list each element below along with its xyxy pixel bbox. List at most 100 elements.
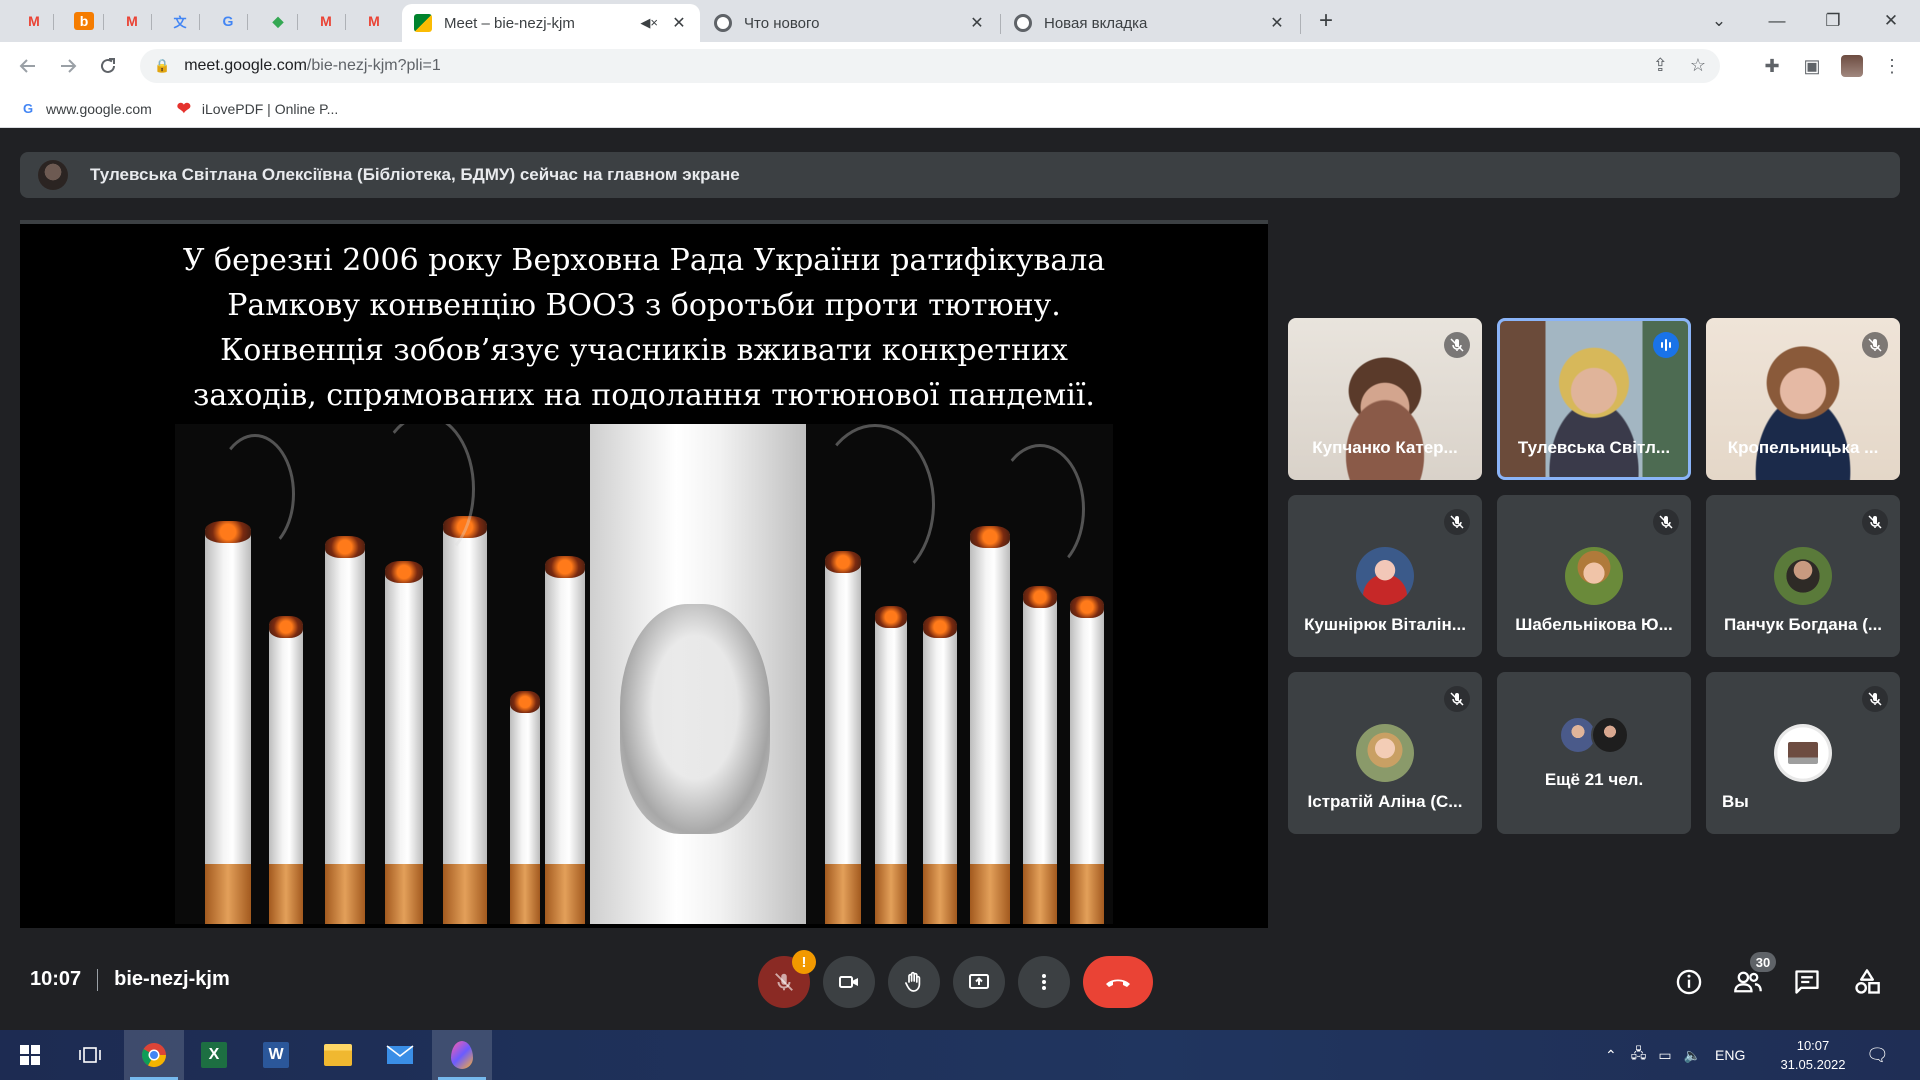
mic-off-icon xyxy=(1653,509,1679,535)
avatar xyxy=(1356,547,1414,605)
presentation-screen[interactable]: У березні 2006 року Верховна Рада Україн… xyxy=(20,220,1268,928)
taskbar-chrome[interactable] xyxy=(124,1030,184,1080)
taskbar-mail[interactable] xyxy=(370,1030,430,1080)
language-indicator[interactable]: ENG xyxy=(1715,1047,1745,1063)
reload-button[interactable] xyxy=(92,50,124,82)
close-window-button[interactable]: ✕ xyxy=(1866,0,1916,42)
slide-text: У березні 2006 року Верховна Рада Україн… xyxy=(20,238,1268,418)
more-menu-icon[interactable]: ⋮ xyxy=(1876,50,1908,82)
tab-search-button[interactable]: ⌄ xyxy=(1694,0,1744,42)
pinned-tab-gmail-2[interactable]: M xyxy=(112,6,152,36)
presentation-banner: Тулевська Світлана Олексіївна (Бібліотек… xyxy=(20,152,1900,198)
network-icon[interactable]: 🖧 xyxy=(1631,1043,1647,1067)
mic-warning-badge: ! xyxy=(792,950,816,974)
tab-title: Что нового xyxy=(744,14,820,32)
taskbar-excel[interactable]: X xyxy=(184,1030,244,1080)
leave-call-button[interactable] xyxy=(1083,956,1153,1008)
speaker-muted-icon[interactable]: ◀× xyxy=(640,15,658,31)
pinned-tab-docs[interactable]: G xyxy=(208,6,248,36)
reload-icon xyxy=(101,58,115,73)
participant-tile[interactable]: Шабельнікова Ю... xyxy=(1497,495,1691,657)
participant-tile[interactable]: Купчанко Катер... xyxy=(1288,318,1482,480)
participant-tile[interactable]: Панчук Богдана (... xyxy=(1706,495,1900,657)
volume-icon[interactable]: 🔈 xyxy=(1684,1047,1701,1064)
participant-name: Кропельницька ... xyxy=(1727,438,1879,457)
bookmarks-bar: G www.google.com ❤ iLovePDF | Online P..… xyxy=(0,90,1920,128)
activities-button[interactable] xyxy=(1849,964,1885,1000)
more-options-button[interactable] xyxy=(1018,956,1070,1008)
slide-line: Конвенція зобов’язує учасників вживати к… xyxy=(220,333,1068,368)
clock-date: 31.05.2022 xyxy=(1780,1057,1846,1072)
tab-meet[interactable]: Meet – bie-nezj-kjm ◀× ✕ xyxy=(402,4,700,42)
meeting-details-button[interactable] xyxy=(1671,964,1707,1000)
share-icon[interactable]: ⇪ xyxy=(1653,55,1668,76)
pinned-tab-apps[interactable]: ◆ xyxy=(258,6,298,36)
taskbar-paint[interactable] xyxy=(432,1030,492,1080)
google-docs-icon: G xyxy=(222,13,234,29)
self-tile[interactable]: Вы xyxy=(1706,672,1900,834)
microphone-button[interactable]: ! xyxy=(758,950,816,1008)
close-tab-icon[interactable]: ✕ xyxy=(1268,13,1286,33)
hang-up-icon xyxy=(1106,979,1130,987)
tab-title: Новая вкладка xyxy=(1044,14,1148,32)
forward-button[interactable] xyxy=(52,50,84,82)
address-bar[interactable]: 🔒 meet.google.com/bie-nezj-kjm?pli=1 ⇪ ☆ xyxy=(140,49,1720,83)
tab-whats-new[interactable]: Что нового ✕ xyxy=(702,4,998,42)
meeting-info: 10:07 bie-nezj-kjm xyxy=(30,968,230,991)
new-tab-button[interactable]: + xyxy=(1312,8,1340,36)
bookmark-ilovepdf[interactable]: ❤ iLovePDF | Online P... xyxy=(176,99,339,118)
pinned-tab-gmail-4[interactable]: M xyxy=(354,6,394,36)
bookmark-label: iLovePDF | Online P... xyxy=(201,100,339,117)
bookmark-google[interactable]: G www.google.com xyxy=(20,101,152,117)
taskbar-file-explorer[interactable] xyxy=(308,1030,368,1080)
chat-button[interactable] xyxy=(1789,964,1825,1000)
participant-tile-speaking[interactable]: Тулевська Світл... xyxy=(1497,318,1691,480)
folder-icon xyxy=(324,1044,352,1066)
meeting-code: bie-nezj-kjm xyxy=(114,968,230,990)
back-button[interactable] xyxy=(12,50,44,82)
close-tab-icon[interactable]: ✕ xyxy=(968,13,986,33)
camera-button[interactable] xyxy=(823,956,875,1008)
participant-tile[interactable]: Кропельницька ... xyxy=(1706,318,1900,480)
side-panel-icon[interactable]: ▣ xyxy=(1796,50,1828,82)
participant-name: Купчанко Катер... xyxy=(1312,438,1458,457)
more-participants-tile[interactable]: Ещё 21 чел. xyxy=(1497,672,1691,834)
pinned-tab-gmail[interactable]: M xyxy=(14,6,54,36)
pinned-tab-gmail-3[interactable]: M xyxy=(306,6,346,36)
participant-tile[interactable]: Істратій Аліна (С... xyxy=(1288,672,1482,834)
browser-tab-strip: M b M 文 G ◆ M M Meet – bie-nezj-kjm ◀× ✕… xyxy=(0,0,1920,42)
avatar xyxy=(1565,547,1623,605)
system-clock[interactable]: 10:07 31.05.2022 xyxy=(1768,1036,1858,1074)
start-button[interactable] xyxy=(0,1030,60,1080)
participants-button[interactable]: 30 xyxy=(1730,952,1776,1000)
notifications-icon[interactable]: 🗨 xyxy=(1866,1045,1889,1066)
clock-time: 10:07 xyxy=(1796,1038,1830,1053)
slide-line: У березні 2006 року Верховна Рада Україн… xyxy=(182,243,1106,278)
close-tab-icon[interactable]: ✕ xyxy=(670,13,688,33)
participant-tile[interactable]: Кушнірюк Віталін... xyxy=(1288,495,1482,657)
taskbar-word[interactable]: W xyxy=(246,1030,306,1080)
pinned-tab-translate[interactable]: 文 xyxy=(160,6,200,36)
minimize-button[interactable]: — xyxy=(1752,0,1802,42)
banner-text: Тулевська Світлана Олексіївна (Бібліотек… xyxy=(90,165,740,184)
present-screen-button[interactable] xyxy=(953,956,1005,1008)
tab-new-tab[interactable]: Новая вкладка ✕ xyxy=(1002,4,1298,42)
battery-icon[interactable]: ▭ xyxy=(1658,1047,1671,1064)
more-participants-label: Ещё 21 чел. xyxy=(1544,770,1644,789)
extensions-puzzle-icon[interactable]: ✚ xyxy=(1756,50,1788,82)
windows-taskbar: X W ⌃ 🖧 ▭ 🔈 ENG 10:07 31.05.2022 🗨 xyxy=(0,1030,1920,1080)
pinned-tab-blogger[interactable]: b xyxy=(64,6,104,36)
mic-off-icon xyxy=(1862,509,1888,535)
hand-icon xyxy=(905,971,921,992)
participant-count-badge: 30 xyxy=(1750,952,1776,972)
gmail-icon: M xyxy=(126,13,138,29)
cigarettes-image xyxy=(175,424,1113,924)
raise-hand-button[interactable] xyxy=(888,956,940,1008)
profile-avatar[interactable] xyxy=(1836,50,1868,82)
task-view-button[interactable] xyxy=(60,1030,120,1080)
restore-button[interactable]: ❐ xyxy=(1808,0,1858,42)
avatar xyxy=(1774,724,1832,782)
bookmark-star-icon[interactable]: ☆ xyxy=(1690,55,1706,76)
mic-off-icon xyxy=(1444,509,1470,535)
show-hidden-icons-chevron-icon[interactable]: ⌃ xyxy=(1605,1047,1617,1064)
